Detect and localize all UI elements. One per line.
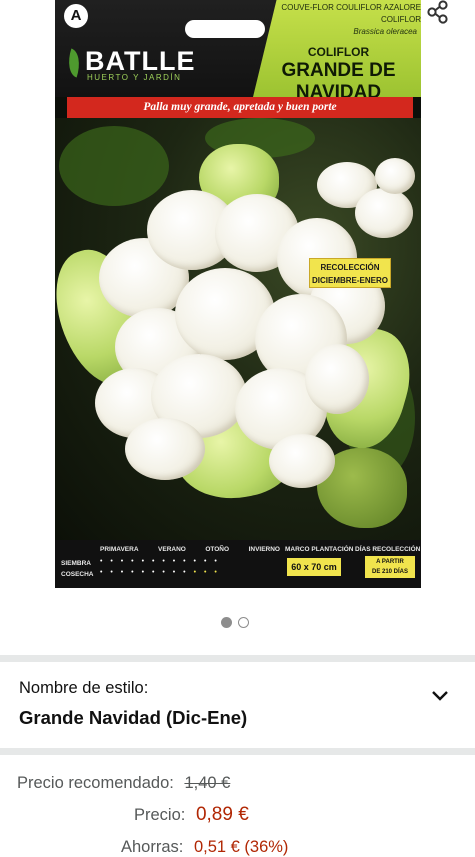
price-row: Precio: 0,89 € <box>134 804 249 826</box>
season-headers: PRIMAVERA VERANO OTOÑO INVIERNO <box>100 546 280 553</box>
style-label: Nombre de estilo: <box>19 679 149 697</box>
list-price-label: Precio recomendado: <box>17 774 174 792</box>
row-sowing-label: SIEMBRA <box>61 560 91 567</box>
variety-list: COUVE-FLOR COULIFLOR AZALORE COLIFLOR <box>281 3 421 24</box>
style-value[interactable]: Grande Navidad (Dic-Ene) <box>19 707 247 729</box>
season-spring: PRIMAVERA <box>100 546 139 553</box>
list-price: 1,40 € <box>184 774 231 792</box>
brand-name: BATLLE <box>85 46 196 76</box>
variety-names: COUVE-FLOR COULIFLOR AZALORE COLIFLOR Br… <box>261 2 421 38</box>
leaf-icon <box>63 48 85 78</box>
section-divider <box>0 748 475 755</box>
days-label: DÍAS RECOLECCIÓN <box>355 546 421 553</box>
brand-subtitle: HUERTO Y JARDÍN <box>87 73 182 82</box>
image-carousel-dots <box>221 617 249 628</box>
season-winter: INVIERNO <box>248 546 280 553</box>
spacing-value: 60 x 70 cm <box>287 558 341 576</box>
product-image[interactable]: BATLLE HUERTO Y JARDÍN COUVE-FLOR COULIF… <box>55 0 421 588</box>
season-summer: VERANO <box>158 546 186 553</box>
share-icon[interactable] <box>422 0 452 24</box>
packet-header: BATLLE HUERTO Y JARDÍN COUVE-FLOR COULIF… <box>55 0 421 103</box>
harvest-dots: • • • • • • • • • • • • <box>100 569 220 576</box>
list-price-row: Precio recomendado: 1,40 € <box>17 774 230 793</box>
harvest-label: RECOLECCIÓN <box>320 263 380 272</box>
days-value: A PARTIR DE 210 DÍAS <box>365 556 415 578</box>
savings-row: Ahorras: 0,51 € (36%) <box>121 838 288 857</box>
product-kind: COLIFLOR <box>307 45 370 59</box>
slogan-band: Palla muy grande, apretada y buen porte <box>67 97 413 118</box>
price-value: 0,89 € <box>195 804 249 825</box>
packet-corner-badge: A <box>64 4 88 28</box>
savings-value: 0,51 € (36%) <box>193 838 289 856</box>
product-page: BATLLE HUERTO Y JARDÍN COUVE-FLOR COULIF… <box>0 0 475 857</box>
section-divider <box>0 655 475 662</box>
carousel-dot-1[interactable] <box>221 617 232 628</box>
price-label: Precio: <box>134 806 186 824</box>
carousel-dot-2[interactable] <box>238 617 249 628</box>
harvest-months: DICIEMBRE-ENERO <box>311 276 388 285</box>
chevron-down-icon[interactable] <box>431 690 449 702</box>
brand-logo: BATLLE HUERTO Y JARDÍN <box>63 46 207 86</box>
sowing-dots: • • • • • • • • • • • • <box>100 558 220 565</box>
spacing-label: MARCO PLANTACIÓN <box>285 546 354 553</box>
planting-calendar: PRIMAVERA VERANO OTOÑO INVIERNO SIEMBRA … <box>55 540 421 588</box>
packet-hanging-slot <box>185 20 265 38</box>
savings-label: Ahorras: <box>121 838 184 856</box>
season-autumn: OTOÑO <box>205 546 230 553</box>
cauliflower-photo: RECOLECCIÓN DICIEMBRE-ENERO <box>55 118 421 540</box>
harvest-badge: RECOLECCIÓN DICIEMBRE-ENERO <box>309 258 391 288</box>
species-name: Brassica oleracea <box>353 27 417 36</box>
row-harvest-label: COSECHA <box>61 571 94 578</box>
days-line-2: DE 210 DÍAS <box>371 569 408 575</box>
days-line-1: A PARTIR <box>376 559 404 565</box>
